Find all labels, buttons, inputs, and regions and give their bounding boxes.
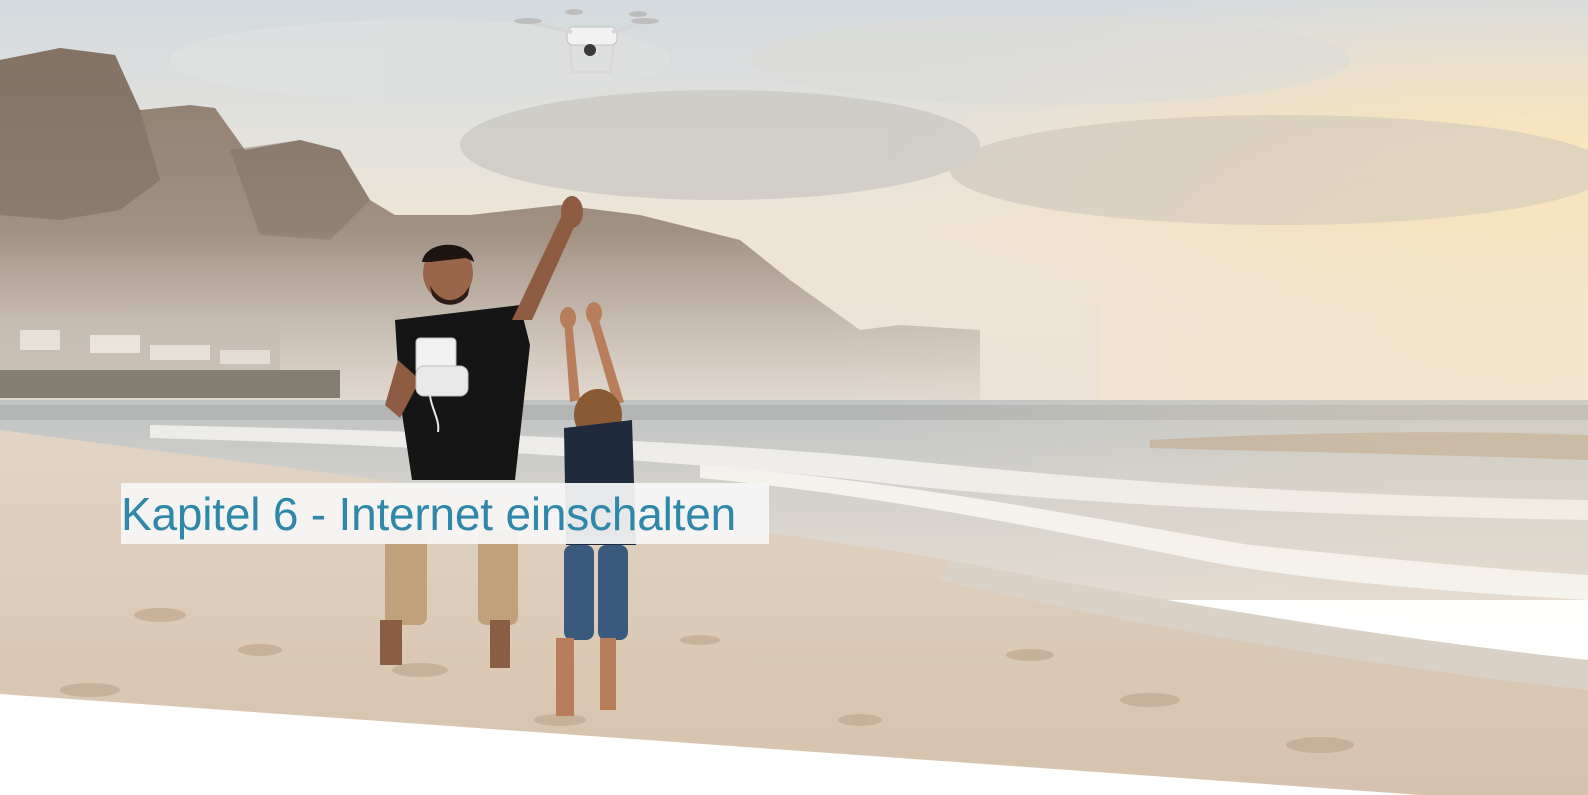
chapter-title: Kapitel 6 - Internet einschalten (121, 487, 736, 540)
chapter-title-box: Kapitel 6 - Internet einschalten (121, 483, 769, 544)
chapter-slide: Kapitel 6 - Internet einschalten (0, 0, 1588, 795)
hero-photo (0, 0, 1588, 795)
